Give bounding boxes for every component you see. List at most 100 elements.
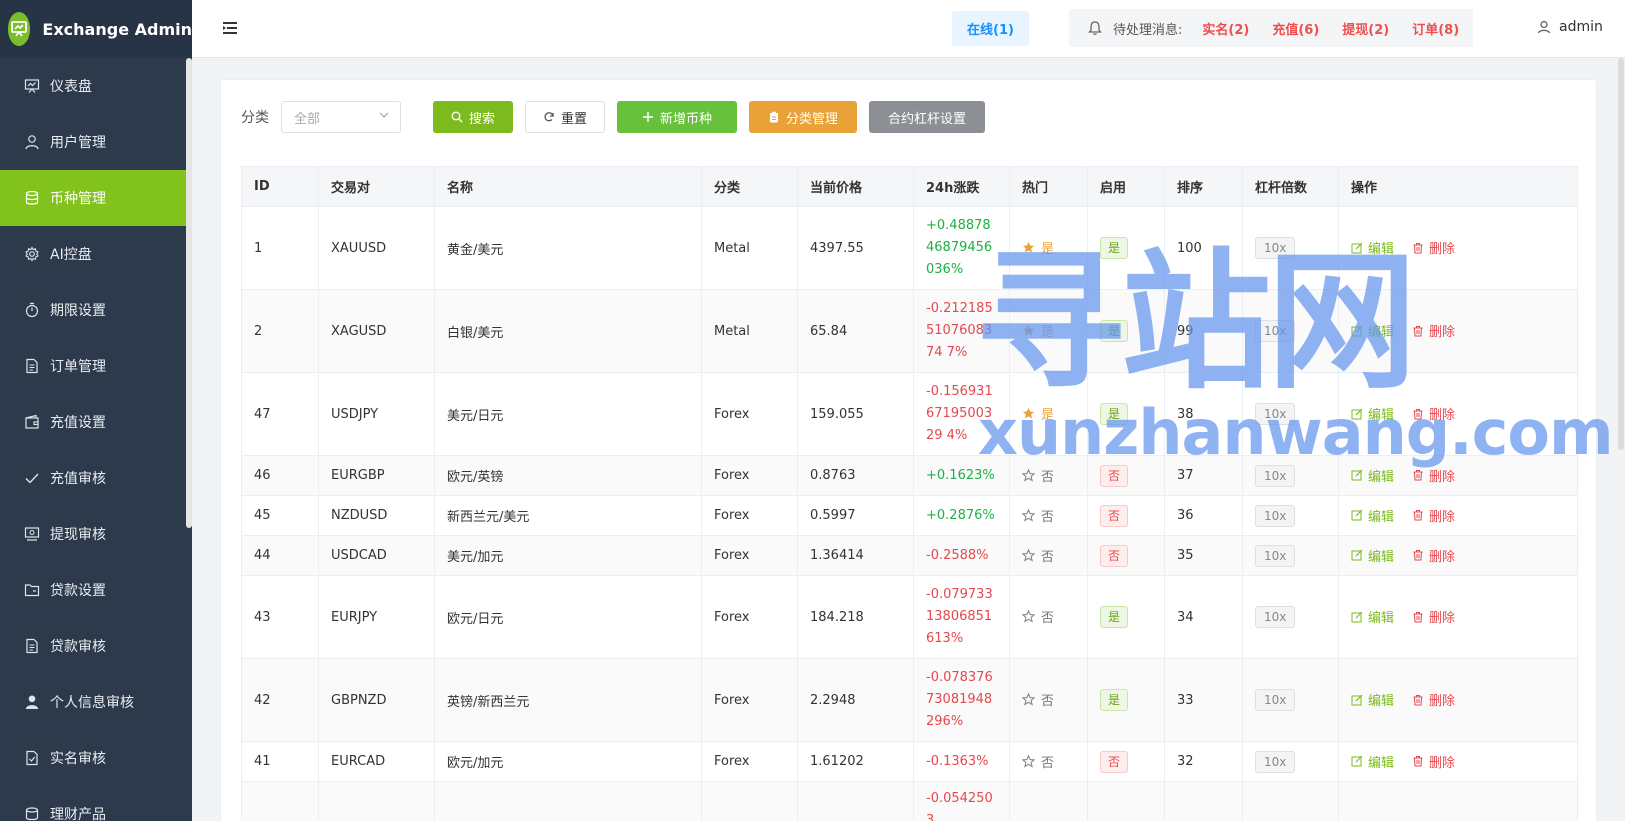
sidebar-item-coins[interactable]: 币种管理	[0, 170, 192, 226]
edit-button[interactable]: 编辑	[1351, 321, 1394, 340]
row-actions: 编辑 删除	[1351, 752, 1455, 771]
sidebar-item-wealth-products[interactable]: 理财产品	[0, 786, 192, 821]
add-coin-button[interactable]: 新增币种	[617, 101, 737, 133]
enabled-status-tag[interactable]: 是	[1100, 403, 1129, 425]
delete-button[interactable]: 删除	[1412, 752, 1455, 771]
cell-hot: 否	[1009, 575, 1088, 659]
hot-toggle[interactable]: 否	[1022, 466, 1054, 485]
sidebar-item-recharge-review[interactable]: 充值审核	[0, 450, 192, 506]
enabled-status-tag[interactable]: 是	[1100, 320, 1129, 342]
change-value: -0.07837673081948296%	[926, 670, 993, 729]
edit-button[interactable]: 编辑	[1351, 607, 1394, 626]
category-management-button[interactable]: 分类管理	[749, 101, 857, 133]
edit-button[interactable]: 编辑	[1351, 506, 1394, 525]
hot-toggle[interactable]: 否	[1022, 546, 1054, 565]
search-button[interactable]: 搜索	[433, 101, 513, 133]
hot-toggle[interactable]: 是	[1022, 321, 1054, 340]
sidebar-item-withdraw-review[interactable]: 提现审核	[0, 506, 192, 562]
leverage-badge: 10x	[1255, 237, 1296, 259]
sidebar-item-users[interactable]: 用户管理	[0, 114, 192, 170]
star-outline-icon	[1022, 610, 1035, 623]
edit-button[interactable]: 编辑	[1351, 238, 1394, 257]
pending-link-kyc[interactable]: 实名(2)	[1202, 23, 1249, 38]
sidebar-gutter	[192, 0, 200, 821]
edit-label: 编辑	[1368, 469, 1395, 485]
hot-toggle[interactable]: 否	[1022, 607, 1054, 626]
hot-label: 否	[1041, 509, 1055, 525]
delete-button[interactable]: 删除	[1412, 607, 1455, 626]
hot-toggle[interactable]: 是	[1022, 404, 1054, 423]
edit-button[interactable]: 编辑	[1351, 690, 1394, 709]
edit-icon	[1351, 469, 1363, 481]
enabled-status-tag[interactable]: 是	[1100, 689, 1129, 711]
pending-link-recharge[interactable]: 充值(6)	[1272, 23, 1319, 38]
cell-leverage: 10x	[1242, 455, 1339, 496]
sidebar-item-dashboard[interactable]: 仪表盘	[0, 58, 192, 114]
sidebar-item-kyc-review[interactable]: 实名审核	[0, 730, 192, 786]
reset-button[interactable]: 重置	[525, 101, 605, 133]
hot-toggle[interactable]: 否	[1022, 690, 1054, 709]
delete-button[interactable]: 删除	[1412, 404, 1455, 423]
edit-button[interactable]: 编辑	[1351, 466, 1394, 485]
cell-pair: XAUUSD	[318, 206, 435, 290]
cell-category: Metal	[701, 289, 798, 373]
enabled-status-tag[interactable]: 否	[1100, 464, 1129, 487]
sidebar-item-label: 充值审核	[50, 471, 106, 487]
delete-label: 删除	[1429, 549, 1456, 565]
hamburger-icon[interactable]	[222, 20, 238, 36]
sidebar-item-ai-control[interactable]: AI控盘	[0, 226, 192, 282]
trash-icon	[1412, 755, 1424, 767]
delete-button[interactable]: 删除	[1412, 690, 1455, 709]
edit-button[interactable]: 编辑	[1351, 404, 1394, 423]
row-actions: 编辑 删除	[1351, 238, 1455, 257]
pending-link-orders[interactable]: 订单(8)	[1412, 23, 1459, 38]
cell-leverage: 10x	[1242, 575, 1339, 659]
enabled-status-tag[interactable]: 否	[1100, 750, 1129, 773]
trash-icon	[1412, 325, 1424, 337]
category-select[interactable]: 全部	[281, 101, 401, 133]
hot-label: 否	[1041, 694, 1055, 709]
sidebar-item-loan-review[interactable]: 贷款审核	[0, 618, 192, 674]
delete-button[interactable]: 删除	[1412, 466, 1455, 485]
delete-label: 删除	[1429, 408, 1456, 424]
page-scrollbar-thumb[interactable]	[1618, 58, 1624, 450]
cell-actions: 编辑 删除	[1338, 289, 1578, 373]
hot-toggle[interactable]: 否	[1022, 752, 1054, 771]
sidebar-item-recharge-settings[interactable]: 充值设置	[0, 394, 192, 450]
pending-messages: 待处理消息: 实名(2) 充值(6) 提现(2) 订单(8)	[1069, 9, 1473, 47]
pending-link-withdraw[interactable]: 提现(2)	[1342, 23, 1389, 38]
hot-toggle[interactable]: 否	[1022, 506, 1054, 525]
enabled-status-tag[interactable]: 是	[1100, 606, 1129, 628]
star-filled-icon	[1022, 407, 1035, 420]
row-actions: 编辑 删除	[1351, 546, 1455, 565]
cell-pair: XAGUSD	[318, 289, 435, 373]
delete-button[interactable]: 删除	[1412, 238, 1455, 257]
trash-icon	[1412, 509, 1424, 521]
cell-enabled	[1087, 781, 1165, 821]
reset-button-label: 重置	[560, 111, 587, 127]
edit-button[interactable]: 编辑	[1351, 752, 1394, 771]
enabled-status-tag[interactable]: 否	[1100, 544, 1129, 567]
delete-label: 删除	[1429, 611, 1456, 627]
cell-actions: 编辑 删除	[1338, 495, 1578, 536]
sidebar-item-orders[interactable]: 订单管理	[0, 338, 192, 394]
logo-bar[interactable]: Exchange Admin	[0, 0, 192, 58]
user-menu[interactable]: admin	[1537, 19, 1603, 35]
cell-change: -0.1569316719500329 4%	[913, 372, 1010, 456]
sidebar-item-loan-settings[interactable]: 贷款设置	[0, 562, 192, 618]
sidebar-item-profile-review[interactable]: 个人信息审核	[0, 674, 192, 730]
enabled-status-tag[interactable]: 否	[1100, 504, 1129, 527]
hot-toggle[interactable]: 是	[1022, 238, 1054, 257]
enabled-status-tag[interactable]: 是	[1100, 237, 1129, 259]
edit-button[interactable]: 编辑	[1351, 546, 1394, 565]
delete-button[interactable]: 删除	[1412, 506, 1455, 525]
leverage-settings-button[interactable]: 合约杠杆设置	[869, 101, 985, 133]
delete-button[interactable]: 删除	[1412, 546, 1455, 565]
cell-name	[434, 781, 702, 821]
hot-label: 否	[1041, 755, 1055, 771]
cell-enabled: 是	[1087, 289, 1165, 373]
delete-button[interactable]: 删除	[1412, 321, 1455, 340]
star-filled-icon	[1022, 324, 1035, 337]
online-count-badge[interactable]: 在线(1)	[952, 11, 1029, 46]
sidebar-item-term-settings[interactable]: 期限设置	[0, 282, 192, 338]
